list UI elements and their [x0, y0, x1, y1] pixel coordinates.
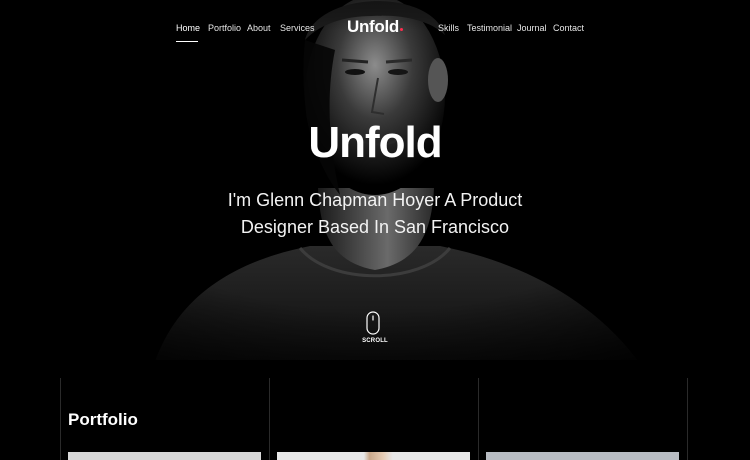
hero-subtitle-line-2: Designer Based In San Francisco	[240, 217, 510, 237]
nav-link-journal[interactable]: Journal	[517, 23, 547, 33]
nav-link-testimonial[interactable]: Testimonial	[467, 23, 512, 33]
active-nav-underline	[176, 41, 198, 42]
brand-logo[interactable]: Unfold	[347, 17, 404, 37]
hero-subtitle-line-1: I'm Glenn Chapman Hoyer A Product	[227, 190, 523, 210]
grid-divider	[478, 378, 479, 460]
grid-divider	[60, 378, 61, 460]
portfolio-thumbnail[interactable]	[277, 452, 470, 460]
nav-link-portfolio[interactable]: Portfolio	[208, 23, 241, 33]
grid-divider	[687, 378, 688, 460]
hero-title: Unfold	[308, 118, 442, 167]
grid-divider	[269, 378, 270, 460]
portfolio-thumbnail[interactable]	[68, 452, 261, 460]
brand-name: Unfold	[347, 17, 400, 36]
main-navigation: Home Portfolio About Services Unfold Ski…	[0, 0, 750, 56]
hero-section: Home Portfolio About Services Unfold Ski…	[0, 0, 750, 360]
nav-link-about[interactable]: About	[247, 23, 271, 33]
mouse-scroll-icon[interactable]	[366, 311, 380, 335]
nav-link-contact[interactable]: Contact	[553, 23, 584, 33]
nav-link-services[interactable]: Services	[280, 23, 315, 33]
portfolio-thumbnail[interactable]	[486, 452, 679, 460]
scroll-label[interactable]: SCROLL	[0, 338, 750, 344]
nav-link-skills[interactable]: Skills	[438, 23, 459, 33]
hero-subtitle: I'm Glenn Chapman Hoyer A Product Design…	[0, 187, 750, 241]
portfolio-heading: Portfolio	[68, 410, 138, 429]
nav-link-home[interactable]: Home	[176, 23, 200, 33]
brand-dot-accent	[400, 28, 404, 31]
